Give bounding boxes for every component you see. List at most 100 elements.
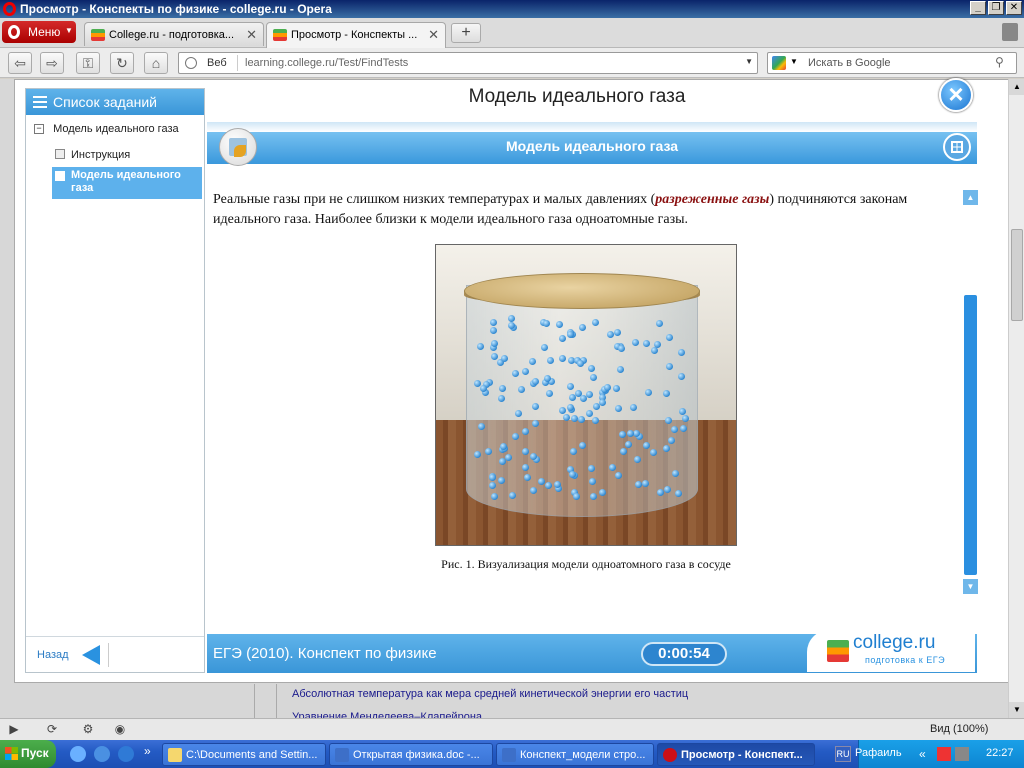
clock: 22:27 [986, 747, 1014, 759]
tree-item-ideal-gas[interactable]: Модель идеального газа [52, 167, 202, 199]
home-button[interactable]: ⌂ [144, 52, 168, 74]
checkbox-icon [55, 149, 65, 159]
chevron-down-icon[interactable]: ▼ [790, 57, 798, 66]
trash-icon[interactable] [1002, 23, 1018, 41]
tree-root-label: Модель идеального газа [53, 123, 179, 135]
ribbon-shadow [207, 122, 977, 132]
gas-particle [529, 357, 537, 365]
term-link[interactable]: разреженные газы [655, 192, 769, 207]
address-bar[interactable]: Веб learning.college.ru/Test/FindTests ▼ [178, 52, 758, 74]
search-field[interactable]: ▼ Искать в Google ⚲ [767, 52, 1017, 74]
globe-icon [185, 57, 197, 69]
chevron-down-icon[interactable]: ▼ [745, 57, 753, 66]
close-window-button[interactable]: ✕ [1006, 1, 1022, 15]
ribbon-title: Модель идеального газа [505, 138, 679, 154]
scroll-thumb[interactable] [1011, 229, 1023, 321]
gas-particle [489, 318, 497, 326]
back-arrow-icon[interactable] [82, 645, 100, 665]
volume-icon[interactable] [955, 747, 969, 761]
college-favicon-icon [91, 29, 105, 41]
search-placeholder[interactable]: Искать в Google [808, 57, 891, 69]
scroll-down-icon[interactable]: ▼ [963, 579, 978, 594]
maximize-button[interactable]: ❐ [988, 1, 1004, 15]
chevron-left-icon[interactable]: « [919, 747, 933, 761]
college-logo[interactable]: college.ru подготовка к ЕГЭ [807, 630, 975, 672]
back-nav[interactable]: Назад [26, 636, 204, 672]
scroll-thumb[interactable] [964, 295, 977, 575]
sync-icon[interactable]: ⟳ [44, 722, 60, 738]
chevron-down-icon: ▼ [65, 26, 73, 35]
page-scrollbar[interactable]: ▲ ▼ [1008, 79, 1024, 718]
media-player-icon[interactable] [70, 746, 86, 762]
key-icon[interactable]: ⚿ [76, 52, 100, 74]
zoom-level[interactable]: Вид (100%) [930, 723, 988, 735]
minimize-button[interactable]: _ [970, 1, 986, 15]
search-icon[interactable]: ⚲ [995, 55, 1013, 71]
gas-particle [512, 369, 520, 377]
gas-vessel-illustration [435, 244, 737, 546]
gas-particle [606, 330, 614, 338]
gas-particle [599, 488, 607, 496]
ie-icon[interactable] [94, 746, 110, 762]
gas-particle [556, 320, 564, 328]
panel-toggle-icon[interactable]: ▶ [6, 722, 22, 738]
tab-prosmotr[interactable]: Просмотр - Конспекты ... ✕ [266, 22, 446, 48]
close-lesson-button[interactable]: × [939, 78, 973, 112]
start-button[interactable]: Пуск [0, 740, 56, 768]
gas-particle [672, 469, 680, 477]
gas-particle [499, 457, 507, 465]
gas-particle [626, 430, 634, 438]
task-list-header: Список заданий [26, 89, 204, 115]
gas-particle [617, 365, 625, 373]
language-indicator[interactable]: RU [835, 746, 851, 762]
taskbar-button-opera[interactable]: Просмотр - Конспект... [657, 743, 815, 766]
taskbar-button-word-1[interactable]: Открытая физика.doc -... [329, 743, 493, 766]
chevron-right-icon[interactable]: » [144, 744, 151, 758]
browser-icon[interactable] [118, 746, 134, 762]
gas-particle [566, 382, 574, 390]
gas-particle [569, 470, 577, 478]
scroll-up-icon[interactable]: ▲ [963, 190, 978, 205]
gas-particle [620, 447, 628, 455]
back-button[interactable]: ⇦ [8, 52, 32, 74]
task-list-panel: Список заданий − Модель идеального газа … [25, 88, 205, 673]
gas-particle [630, 403, 638, 411]
turbo-icon[interactable]: ◉ [112, 722, 128, 738]
google-icon[interactable] [772, 56, 786, 70]
tab-college[interactable]: College.ru - подготовка... ✕ [84, 22, 264, 46]
lesson-panel: Модель идеального газа × Модель идеально… [207, 78, 997, 673]
lesson-scrollbar[interactable]: ▲ ▼ [963, 190, 978, 594]
gas-particle [567, 330, 575, 338]
gas-particle [489, 481, 497, 489]
close-tab-icon[interactable]: ✕ [246, 27, 257, 43]
taskbar-button-word-2[interactable]: Конспект_модели стро... [496, 743, 654, 766]
close-tab-icon[interactable]: ✕ [428, 27, 439, 43]
taskbar-button-explorer[interactable]: C:\Documents and Settin... [162, 743, 326, 766]
back-label[interactable]: Назад [37, 649, 69, 661]
reload-button[interactable]: ↻ [110, 52, 134, 74]
grid-view-button[interactable] [943, 133, 971, 161]
gas-particle [507, 315, 515, 323]
scroll-down-icon[interactable]: ▼ [1009, 702, 1024, 718]
tree-item-instruction[interactable]: Инструкция [52, 145, 202, 167]
new-tab-button[interactable]: + [451, 23, 481, 43]
gas-particle [585, 409, 593, 417]
tree-root-item[interactable]: − Модель идеального газа [34, 123, 179, 135]
tab-label: College.ru - подготовка... [109, 29, 235, 41]
gas-particle [667, 437, 675, 445]
scroll-up-icon[interactable]: ▲ [1009, 79, 1024, 95]
gas-particle [569, 447, 577, 455]
grid-icon [951, 141, 963, 153]
gas-particle [558, 406, 566, 414]
background-link[interactable]: Абсолютная температура как мера средней … [292, 688, 688, 700]
network-icon[interactable]: ⚙ [80, 722, 96, 738]
forward-button[interactable]: ⇨ [40, 52, 64, 74]
url-text[interactable]: learning.college.ru/Test/FindTests [245, 57, 408, 69]
gas-particle [655, 320, 663, 328]
gas-particle [562, 414, 570, 422]
collapse-icon[interactable]: − [34, 124, 44, 135]
security-icon[interactable] [937, 747, 951, 761]
window-title: Просмотр - Конспекты по физике - college… [20, 2, 332, 16]
opera-menu-button[interactable]: Меню ▼ [2, 21, 76, 43]
page-title: Модель идеального газа [468, 86, 686, 107]
